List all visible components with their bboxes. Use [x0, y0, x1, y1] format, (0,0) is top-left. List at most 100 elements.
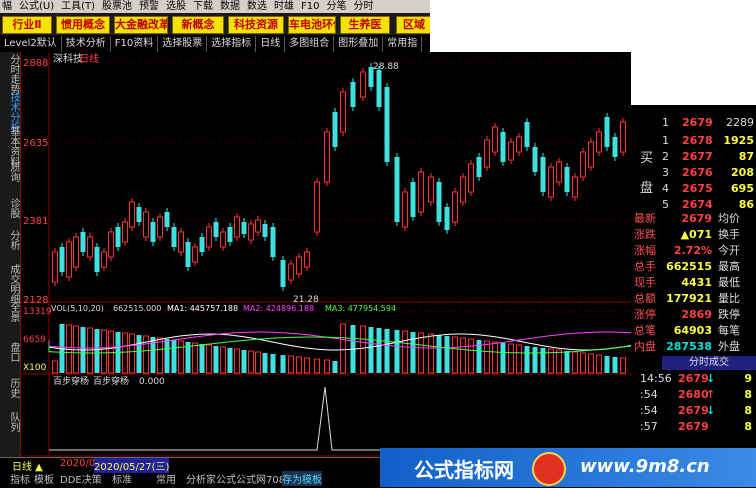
- toolbar-item-8[interactable]: 常用指: [383, 36, 423, 52]
- category-bar: 行业Ⅱ惯用概念大金融改革新概念科技资源车电池环保生养医区域: [0, 13, 432, 35]
- menu-item-7[interactable]: 数据: [220, 1, 240, 12]
- side-tab-4[interactable]: 诊股: [1, 198, 19, 218]
- buy-volume: 695: [731, 182, 754, 195]
- ma3-label: MA3: 477954.594: [325, 304, 396, 313]
- kline-chart[interactable]: 2888263523812128深科技日线28.8821.28VOL(5,10,…: [21, 52, 631, 457]
- tick-dir: ↑: [706, 388, 716, 401]
- vol-bar-18: [178, 340, 184, 374]
- sell-volume: 2289: [726, 116, 754, 129]
- vol-bar-24: [220, 346, 226, 374]
- candle-10: [122, 221, 128, 243]
- side-tab-7[interactable]: 全景: [1, 302, 19, 322]
- candle-26: [234, 216, 240, 238]
- candle-72: [612, 137, 618, 157]
- tick-row-2: :54 2679 ↓ 8: [632, 403, 756, 419]
- vol-bar-65: [556, 349, 562, 374]
- menu-item-9[interactable]: 时雄: [274, 1, 294, 12]
- bottom-tab-6[interactable]: 公式网708: [236, 471, 285, 486]
- banner-url: www.9m8.cn: [580, 456, 710, 477]
- candle-3: [73, 236, 79, 268]
- candle-33: [288, 263, 294, 281]
- category-button-4[interactable]: 科技资源: [228, 16, 284, 34]
- toolbar-item-5[interactable]: 日线: [256, 36, 286, 52]
- side-tab-0[interactable]: 分时走势: [1, 54, 19, 94]
- menu-item-11[interactable]: 分笔: [327, 1, 347, 12]
- candle-52: [452, 191, 458, 223]
- menu-item-5[interactable]: 选股: [166, 1, 186, 12]
- stat-label: 总手: [634, 260, 656, 273]
- buy-level: 1: [662, 134, 669, 147]
- bottom-tab-2[interactable]: DDE决策: [60, 471, 102, 486]
- vol-bar-22: [206, 344, 212, 374]
- stat-row-4: 现手 4431 最低: [632, 275, 756, 291]
- bottom-tab-4[interactable]: 常用: [156, 471, 176, 486]
- candle-14: [150, 222, 156, 242]
- side-tab-5[interactable]: 分析: [1, 230, 19, 250]
- toolbar-item-1[interactable]: 技术分析: [62, 36, 111, 52]
- candle-13: [143, 211, 149, 238]
- menu-item-1[interactable]: 公式(U): [19, 1, 54, 12]
- vol-bar-10: [122, 332, 128, 374]
- vol-bar-17: [171, 340, 177, 373]
- ma2-label: MA2: 424896.188: [243, 304, 314, 313]
- side-tab-6[interactable]: 成交明细: [1, 264, 19, 304]
- vol-bar-60: [516, 344, 522, 374]
- menu-item-3[interactable]: 股票池: [102, 1, 132, 12]
- stat-value: 2.72%: [673, 244, 712, 257]
- bottom-tab-0[interactable]: 指标: [10, 471, 30, 486]
- price-tick-0: 2888: [23, 58, 48, 69]
- side-tab-9[interactable]: 历史: [1, 378, 19, 398]
- stat-label: 总笔: [634, 324, 656, 337]
- category-button-2[interactable]: 大金融改革: [114, 16, 168, 34]
- side-tab-8[interactable]: 盘口: [1, 342, 19, 362]
- menu-item-6[interactable]: 下载: [193, 1, 213, 12]
- bottom-tab-3[interactable]: 标准: [112, 471, 132, 486]
- tick-row-3: :57 2679 8: [632, 419, 756, 435]
- candle-47: [410, 182, 416, 217]
- price-tick-1: 2635: [23, 138, 48, 149]
- menu-item-8[interactable]: 数选: [247, 1, 267, 12]
- category-button-5[interactable]: 车电池环保: [288, 16, 336, 34]
- price-tick-3: 2128: [23, 295, 48, 306]
- category-button-3[interactable]: 新概念: [172, 16, 224, 34]
- stat-value: 287538: [666, 340, 712, 353]
- side-tab-3[interactable]: 质询: [1, 162, 19, 182]
- menu-item-0[interactable]: 幅: [2, 1, 12, 12]
- tick-price: 2680: [678, 388, 709, 401]
- menu-item-4[interactable]: 预警: [139, 1, 159, 12]
- vol-bar-53: [460, 337, 466, 374]
- category-button-0[interactable]: 行业Ⅱ: [2, 16, 52, 34]
- buy-level: 4: [662, 182, 669, 195]
- side-tab-2[interactable]: 基本资料: [1, 126, 19, 166]
- toolbar-item-7[interactable]: 图形叠加: [334, 36, 384, 52]
- bottom-tab-5[interactable]: 分析家公式: [186, 471, 236, 486]
- menu-item-10[interactable]: F10: [301, 1, 319, 12]
- category-button-1[interactable]: 惯用概念: [56, 16, 110, 34]
- tick-vol: 8: [744, 420, 752, 433]
- menu-item-2[interactable]: 工具(T): [61, 1, 95, 12]
- category-button-7[interactable]: 区域: [396, 16, 432, 34]
- candle-41: [360, 71, 366, 98]
- toolbar: Level2默认 技术分析 F10资料 选择股票 选择指标 日线 多图组合 图形叠加 常用指: [0, 36, 430, 53]
- toolbar-item-4[interactable]: 选择指标: [207, 36, 257, 52]
- vol-bar-49: [428, 333, 434, 374]
- toolbar-item-6[interactable]: 多图组合: [285, 36, 335, 52]
- side-tab-10[interactable]: 队列: [1, 412, 19, 432]
- toolbar-item-0[interactable]: Level2默认: [0, 36, 62, 52]
- toolbar-item-2[interactable]: F10资料: [111, 36, 159, 52]
- ticks-title: 分时成交: [662, 356, 756, 370]
- menu-item-12[interactable]: 分时: [354, 1, 374, 12]
- category-button-6[interactable]: 生养医: [340, 16, 390, 34]
- stat-row-3: 总手 662515 最高: [632, 259, 756, 275]
- candle-0: [52, 251, 58, 283]
- stat-row-2: 涨幅 2.72% 今开: [632, 243, 756, 259]
- vol-bar-12: [136, 335, 142, 373]
- toolbar-item-3[interactable]: 选择股票: [158, 36, 208, 52]
- tick-price: 2679: [678, 420, 709, 433]
- bottom-tab-7[interactable]: 存为模板: [282, 471, 322, 486]
- vol-value: 662515.000: [113, 304, 161, 313]
- vol-bar-26: [234, 348, 240, 374]
- candle-1: [59, 247, 65, 272]
- bottom-tab-1[interactable]: 模板: [34, 471, 54, 486]
- vol-bar-70: [596, 354, 602, 374]
